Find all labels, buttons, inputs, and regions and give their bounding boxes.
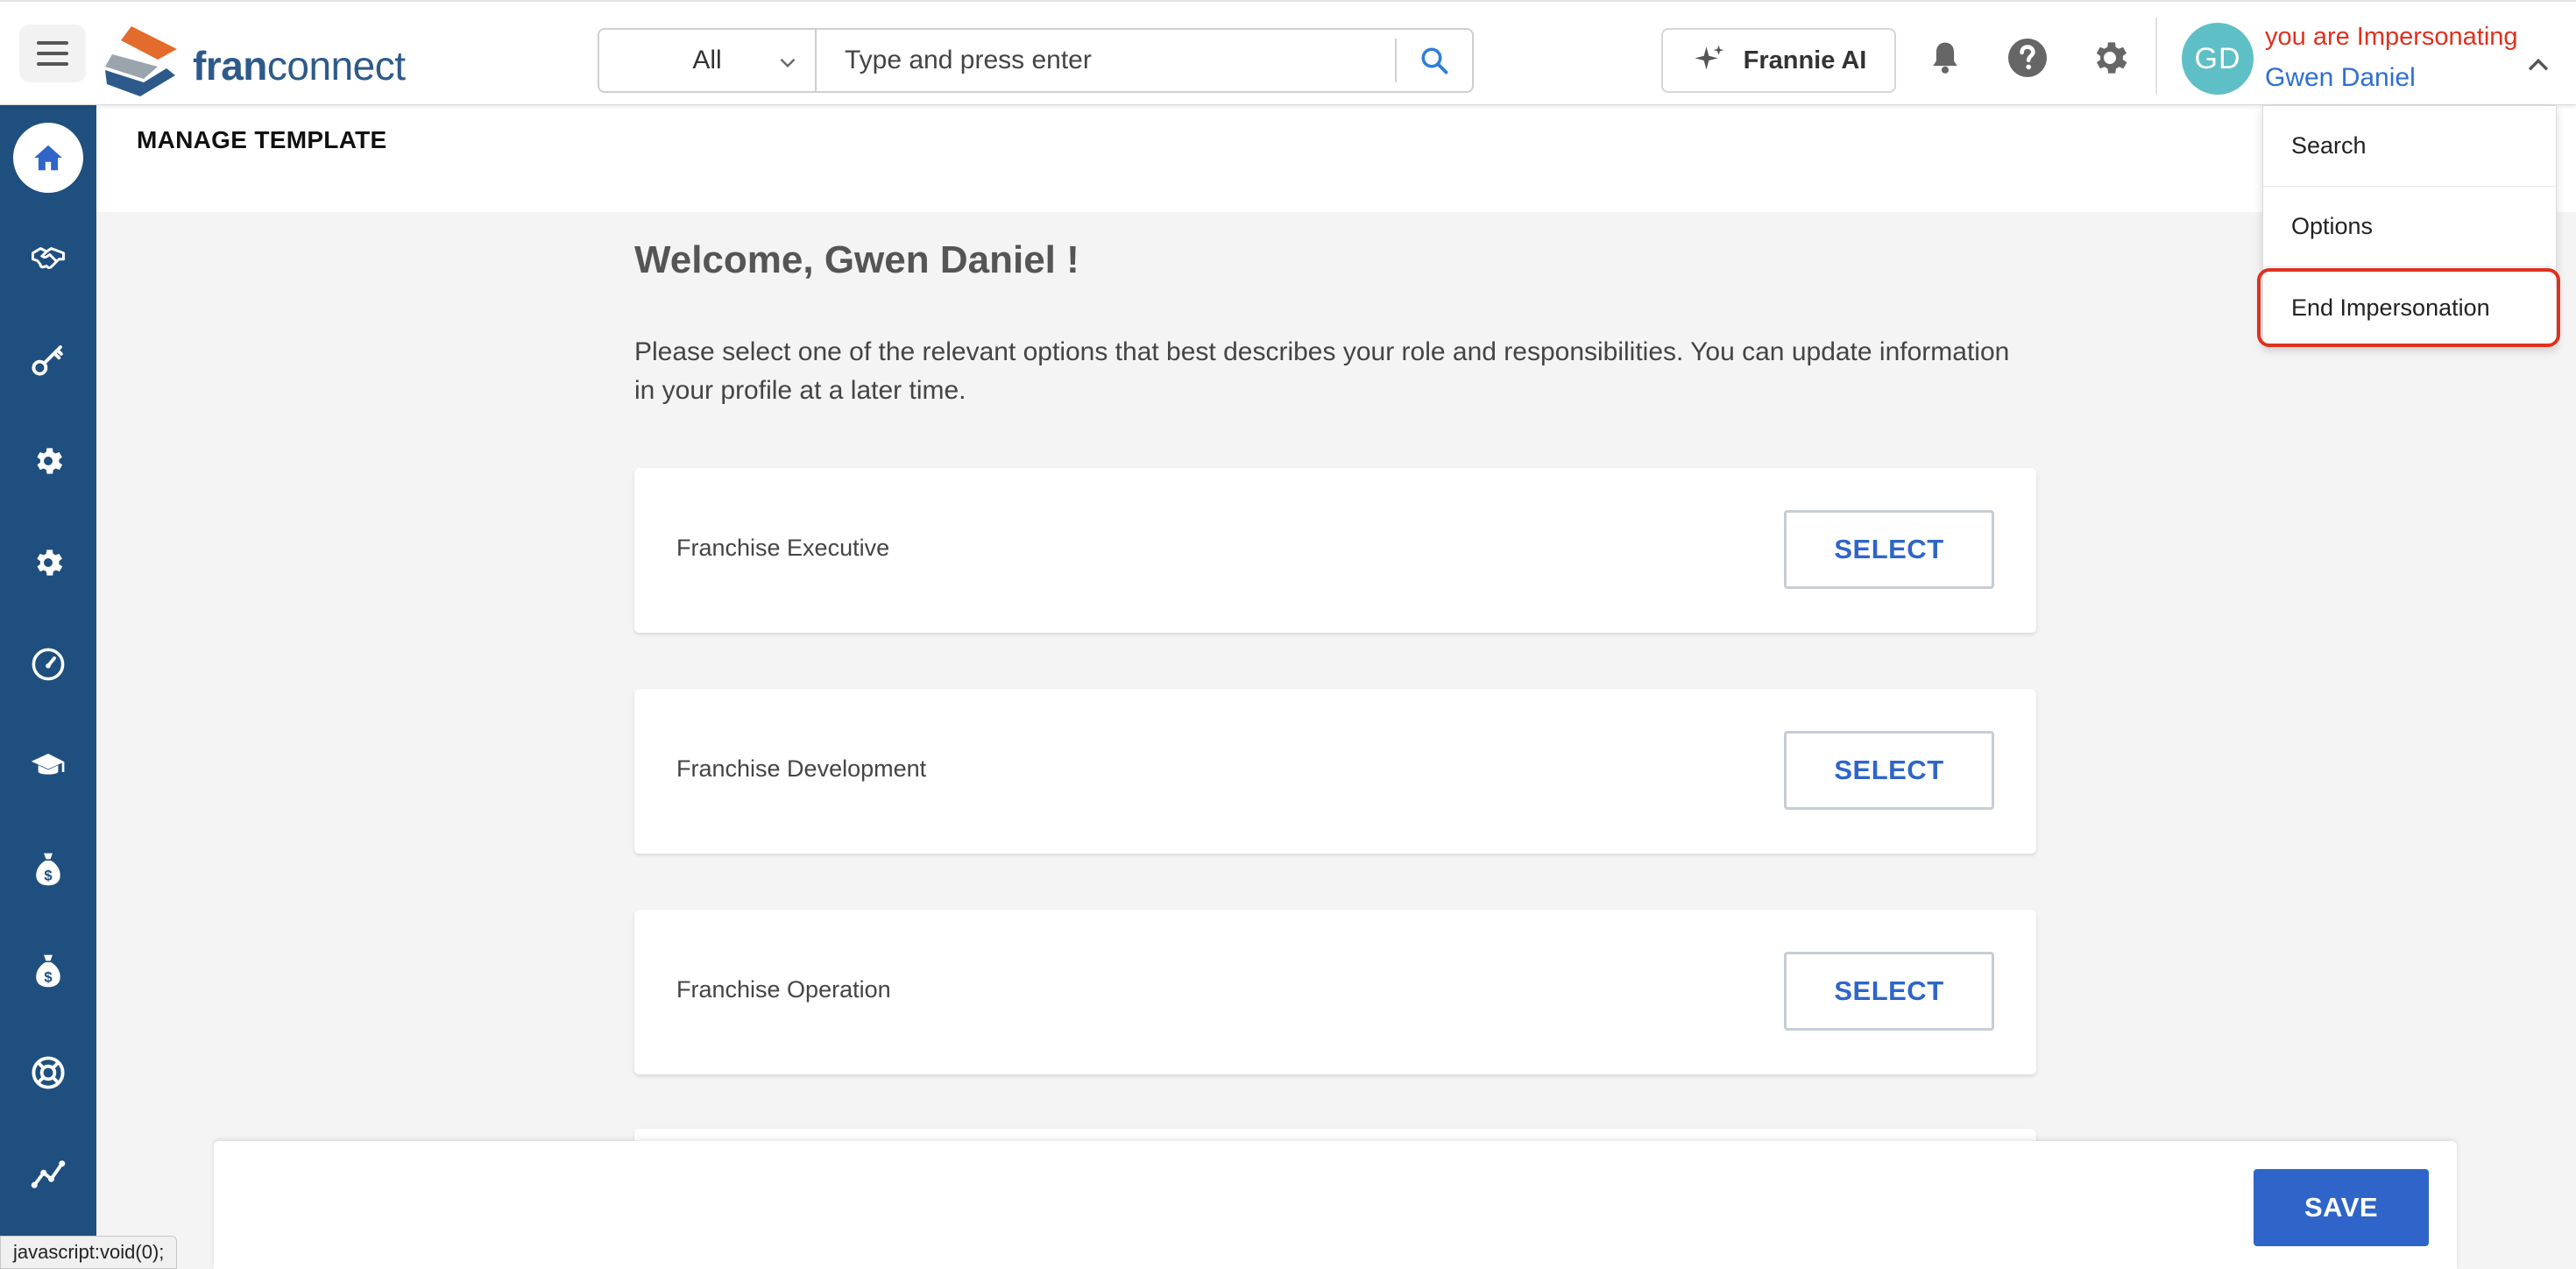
help-button[interactable] <box>2006 37 2049 79</box>
menu-item-end-impersonation[interactable]: End Impersonation <box>2263 267 2556 348</box>
welcome-heading: Welcome, Gwen Daniel ! <box>634 238 1079 281</box>
action-footer <box>214 1141 2457 1269</box>
select-franchise-development-button[interactable]: SELECT <box>1784 731 1994 810</box>
sidebar-item-reports[interactable] <box>0 1139 96 1209</box>
intro-text: Please select one of the relevant option… <box>634 337 2010 405</box>
role-card-franchise-development: Franchise Development SELECT <box>634 689 2036 854</box>
sidebar-item-support[interactable] <box>0 1038 96 1108</box>
frannie-ai-button[interactable]: Frannie AI <box>1661 28 1896 93</box>
sidebar-item-royalty[interactable]: $ <box>0 936 96 1006</box>
search-input[interactable] <box>817 30 1395 91</box>
franconnect-logo[interactable]: franconnect <box>105 23 421 96</box>
menu-item-search[interactable]: Search <box>2263 106 2556 187</box>
hamburger-line <box>37 41 68 45</box>
select-franchise-executive-button[interactable]: SELECT <box>1784 510 1994 589</box>
bell-icon <box>1933 42 1957 74</box>
role-card-franchise-executive: Franchise Executive SELECT <box>634 468 2036 633</box>
logo-mark-icon <box>105 26 177 96</box>
sidebar-item-training[interactable] <box>0 731 96 801</box>
hamburger-line <box>37 52 68 55</box>
sidebar-item-dashboard[interactable] <box>0 629 96 699</box>
settings-button[interactable] <box>2089 37 2131 79</box>
search-icon <box>1421 47 1448 74</box>
sidebar-item-admin[interactable] <box>0 528 96 598</box>
search-scope-value: All <box>692 46 722 74</box>
search-scope-select[interactable]: All <box>599 30 817 91</box>
sidebar-item-settings[interactable] <box>0 426 96 496</box>
home-icon <box>34 145 62 171</box>
sidebar-active-indicator <box>13 123 83 193</box>
gear-icon <box>37 549 63 576</box>
impersonated-user-name[interactable]: Gwen Daniel <box>2265 63 2416 93</box>
sidebar-item-home[interactable] <box>0 123 96 193</box>
user-menu-dropdown: Search Options End Impersonation <box>2262 105 2557 347</box>
logo-text-connect: connect <box>266 43 406 89</box>
sidebar-item-access[interactable] <box>0 324 96 394</box>
handshake-icon <box>32 247 65 269</box>
frannie-ai-label: Frannie AI <box>1743 46 1867 74</box>
gear-icon <box>37 448 63 474</box>
hamburger-menu-button[interactable] <box>19 25 86 82</box>
role-card-franchise-operation: Franchise Operation SELECT <box>634 910 2036 1074</box>
help-icon <box>2008 39 2047 77</box>
svg-text:$: $ <box>44 868 53 884</box>
page-title: MANAGE TEMPLATE <box>137 126 387 153</box>
hamburger-line <box>37 62 68 66</box>
money-bag-icon: $ <box>36 954 60 988</box>
status-bar-url: javascript:void(0); <box>0 1236 178 1269</box>
money-bag-icon: $ <box>36 853 60 886</box>
role-label: Franchise Executive <box>676 535 890 561</box>
menu-item-options[interactable]: Options <box>2263 187 2556 267</box>
lifebuoy-icon <box>32 1056 65 1089</box>
sidebar-item-finance[interactable]: $ <box>0 834 96 904</box>
chevron-down-icon <box>780 58 796 68</box>
global-search: All <box>598 28 1474 93</box>
sidebar-nav: $ $ <box>0 105 96 1269</box>
avatar[interactable]: GD <box>2182 23 2254 95</box>
logo-wordmark: franconnect <box>193 42 406 89</box>
sparkle-icon <box>1695 45 1723 70</box>
role-label: Franchise Development <box>676 755 927 782</box>
role-label: Franchise Operation <box>676 976 891 1003</box>
page-header: MANAGE TEMPLATE <box>96 105 2576 212</box>
header-divider <box>2155 18 2157 95</box>
impersonation-label: you are Impersonating <box>2265 23 2518 51</box>
speedometer-icon <box>32 648 65 681</box>
graduation-cap-icon <box>31 754 65 775</box>
top-header: franconnect All Frannie AI <box>0 0 2576 105</box>
select-franchise-operation-button[interactable]: SELECT <box>1784 952 1994 1031</box>
line-chart-icon <box>31 1160 66 1188</box>
search-submit-button[interactable] <box>1395 39 1472 82</box>
logo-text-fran: fran <box>193 43 267 89</box>
key-icon <box>32 345 63 376</box>
sidebar-item-deals[interactable] <box>0 223 96 293</box>
chevron-up-icon[interactable] <box>2523 51 2553 81</box>
svg-text:$: $ <box>44 969 53 986</box>
gear-icon <box>2096 42 2127 74</box>
save-button[interactable]: SAVE <box>2254 1169 2429 1246</box>
notifications-bell-button[interactable] <box>1924 37 1966 79</box>
